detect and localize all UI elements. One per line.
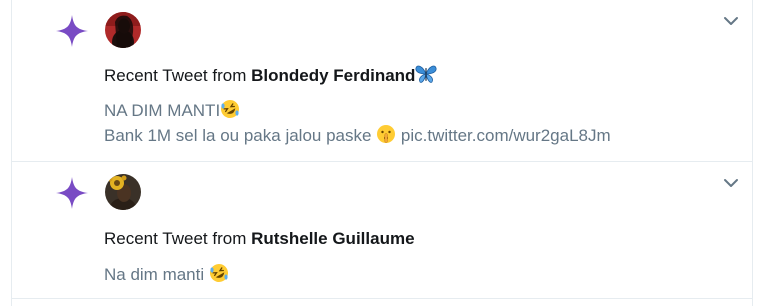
tweet-text: NA DIM MANTI [104,101,221,120]
column-border-right [752,0,753,306]
notification-item[interactable]: Recent Tweet from Blondedy Ferdinand NA … [12,0,752,161]
headline-prefix: Recent Tweet from [104,66,252,85]
tweet-text-line: Bank 1M sel la ou paka jalou paske pic.t… [104,124,611,146]
author-name[interactable]: Blondedy Ferdinand [251,66,415,85]
sparkle-icon [56,15,88,47]
notification-headline: Recent Tweet from Blondedy Ferdinand [104,64,437,86]
notification-item[interactable]: Recent Tweet from Rutshelle Guillaume Na… [12,162,752,298]
tweet-text-line: NA DIM MANTI [104,99,240,121]
headline-prefix: Recent Tweet from [104,229,252,248]
row-divider [11,298,753,299]
shushing-face-emoji [377,125,396,143]
notifications-feed: Recent Tweet from Blondedy Ferdinand NA … [0,0,772,306]
rolling-on-floor-laughing-emoji [221,100,240,118]
chevron-down-icon[interactable] [721,11,741,31]
pic-link[interactable]: pic.twitter.com/wur2gaL8Jm [401,126,611,145]
butterfly-emoji [415,65,437,83]
notification-headline: Recent Tweet from Rutshelle Guillaume [104,229,415,249]
tweet-text-line: Na dim manti [104,263,229,285]
author-name[interactable]: Rutshelle Guillaume [251,229,414,248]
avatar[interactable] [105,174,141,210]
sparkle-icon [56,177,88,209]
avatar[interactable] [105,12,141,48]
tweet-text: Bank 1M sel la ou paka jalou paske [104,126,377,145]
chevron-down-icon[interactable] [721,173,741,193]
tweet-text: Na dim manti [104,265,209,284]
rolling-on-floor-laughing-emoji [209,264,228,282]
